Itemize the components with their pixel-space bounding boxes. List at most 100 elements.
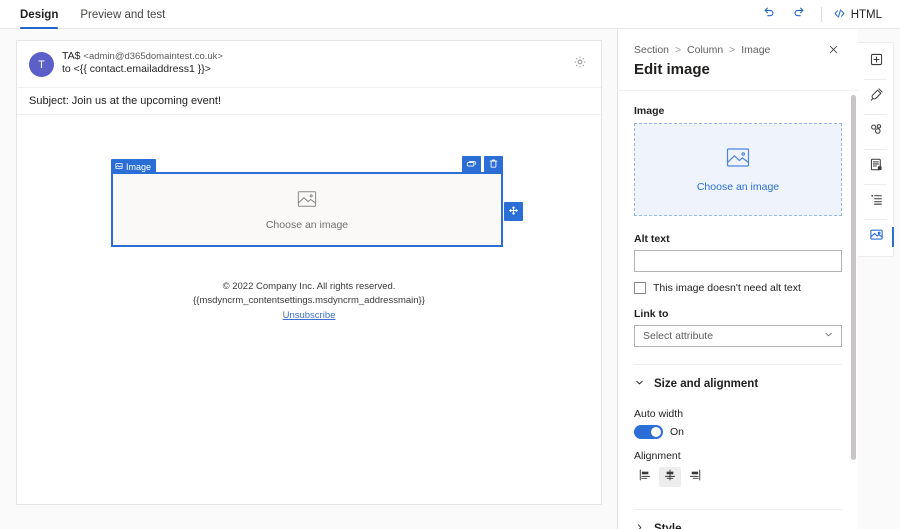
- delete-block-button[interactable]: [484, 156, 503, 174]
- email-from-address: <admin@d365domaintest.co.uk>: [83, 51, 223, 62]
- editor-canvas: T TA$ <admin@d365domaintest.co.uk> to <{…: [0, 29, 617, 529]
- section-divider: [634, 364, 842, 365]
- rail-item-theme[interactable]: [858, 82, 894, 112]
- tab-design[interactable]: Design: [20, 0, 58, 29]
- image-placeholder-caption: Choose an image: [266, 219, 348, 231]
- breadcrumb-separator: >: [729, 44, 735, 56]
- gear-icon: [573, 55, 587, 74]
- unsubscribe-link[interactable]: Unsubscribe: [283, 309, 336, 323]
- move-block-handle[interactable]: [504, 202, 523, 221]
- close-panel-button[interactable]: [824, 41, 842, 59]
- selected-image-block[interactable]: Image: [111, 172, 503, 247]
- image-field-label: Image: [634, 105, 842, 117]
- email-subject: Subject: Join us at the upcoming event!: [17, 88, 601, 115]
- rail-divider: [864, 184, 887, 185]
- chevron-right-icon: [634, 520, 645, 529]
- avatar: T: [29, 52, 54, 77]
- rail-divider: [864, 114, 887, 115]
- chevron-down-icon: [634, 375, 645, 393]
- tab-design-label: Design: [20, 9, 58, 21]
- link-to-select[interactable]: Select attribute: [634, 325, 842, 347]
- auto-width-group: Auto width On: [634, 408, 842, 439]
- image-placeholder-icon: [725, 146, 751, 174]
- link-to-group: Link to Select attribute: [634, 308, 842, 347]
- no-alt-text-checkbox-row[interactable]: This image doesn't need alt text: [634, 282, 842, 294]
- alignment-group: Alignment: [634, 450, 842, 487]
- close-icon: [828, 43, 839, 58]
- duplicate-block-button[interactable]: [462, 156, 481, 174]
- panel-body: Image Choose an image Alt text This imag…: [618, 91, 858, 529]
- undo-arrow-icon: [762, 5, 776, 24]
- toggle-knob: [651, 427, 661, 437]
- link-to-value: Select attribute: [643, 330, 713, 342]
- align-center-icon: [663, 468, 677, 487]
- tab-preview-and-test-label: Preview and test: [80, 9, 165, 21]
- section-divider: [634, 509, 842, 510]
- link-to-label: Link to: [634, 308, 842, 320]
- size-and-alignment-section-header[interactable]: Size and alignment: [634, 369, 842, 399]
- align-left-button[interactable]: [634, 467, 656, 487]
- email-card: T TA$ <admin@d365domaintest.co.uk> to <{…: [16, 40, 602, 505]
- image-dropzone[interactable]: Choose an image: [634, 123, 842, 216]
- alignment-options: [634, 467, 842, 487]
- no-alt-text-checkbox[interactable]: [634, 282, 646, 294]
- rail-divider: [864, 79, 887, 80]
- rail-item-image-properties[interactable]: [858, 222, 894, 252]
- breadcrumb-item-section[interactable]: Section: [634, 44, 669, 56]
- rail-item-outline[interactable]: [858, 187, 894, 217]
- panel-title: Edit image: [634, 61, 710, 78]
- rail-item-toolbox[interactable]: [858, 117, 894, 147]
- code-brackets-icon: [833, 7, 846, 23]
- image-field-group: Image Choose an image: [634, 91, 842, 216]
- breadcrumb-separator: >: [675, 44, 681, 56]
- email-body: Image: [17, 115, 601, 504]
- rail-item-add-element[interactable]: [858, 47, 894, 77]
- footer-copyright: © 2022 Company Inc. All rights reserved.: [17, 280, 601, 294]
- redo-button[interactable]: [784, 2, 814, 28]
- toolbox-icon: [869, 122, 884, 142]
- email-settings-button[interactable]: [570, 54, 590, 74]
- email-from-line: TA$ <admin@d365domaintest.co.uk>: [62, 50, 223, 63]
- breadcrumb-item-column[interactable]: Column: [687, 44, 723, 56]
- align-center-button[interactable]: [659, 467, 681, 487]
- breadcrumb-item-image[interactable]: Image: [741, 44, 770, 56]
- style-section-header[interactable]: Style: [634, 514, 842, 529]
- tab-preview-and-test[interactable]: Preview and test: [80, 0, 165, 29]
- move-handle-icon: [508, 203, 519, 221]
- alt-text-input[interactable]: [634, 250, 842, 272]
- footer-address-token: {{msdyncrm_contentsettings.msdyncrm_addr…: [17, 294, 601, 308]
- auto-width-toggle-row: On: [634, 425, 842, 439]
- top-bar-actions: HTML: [754, 0, 886, 29]
- block-type-tab: Image: [111, 159, 156, 174]
- top-bar: Design Preview and test: [0, 0, 900, 29]
- align-right-button[interactable]: [684, 467, 706, 487]
- email-footer: © 2022 Company Inc. All rights reserved.…: [17, 280, 601, 323]
- trash-icon: [488, 156, 499, 174]
- image-placeholder-icon: [296, 189, 318, 214]
- undo-button[interactable]: [754, 2, 784, 28]
- toolbar-divider: [821, 7, 822, 22]
- image-placeholder[interactable]: Choose an image: [113, 174, 501, 245]
- alignment-label: Alignment: [634, 450, 842, 462]
- alt-text-group: Alt text This image doesn't need alt tex…: [634, 233, 842, 294]
- redo-arrow-icon: [792, 5, 806, 24]
- rail-item-template[interactable]: [858, 152, 894, 182]
- panel-scrollbar[interactable]: [851, 95, 856, 460]
- image-properties-icon: [869, 227, 884, 247]
- properties-panel: Section > Column > Image Edit image Imag…: [617, 29, 858, 529]
- block-action-toolbar: [462, 156, 503, 174]
- email-to-line: to <{{ contact.emailaddress1 }}>: [62, 63, 211, 76]
- auto-width-toggle[interactable]: [634, 425, 663, 439]
- email-from-name: TA$: [62, 50, 80, 62]
- rail-divider: [864, 149, 887, 150]
- html-label: HTML: [851, 9, 882, 21]
- image-dropzone-caption: Choose an image: [697, 181, 779, 193]
- align-right-icon: [688, 468, 702, 487]
- rail-divider: [864, 219, 887, 220]
- html-code-button[interactable]: HTML: [829, 2, 886, 28]
- add-element-icon: [869, 52, 884, 72]
- duplicate-icon: [466, 156, 477, 174]
- panel-header: Section > Column > Image Edit image: [618, 29, 858, 91]
- brush-theme-icon: [869, 87, 884, 107]
- size-and-alignment-title: Size and alignment: [654, 378, 758, 390]
